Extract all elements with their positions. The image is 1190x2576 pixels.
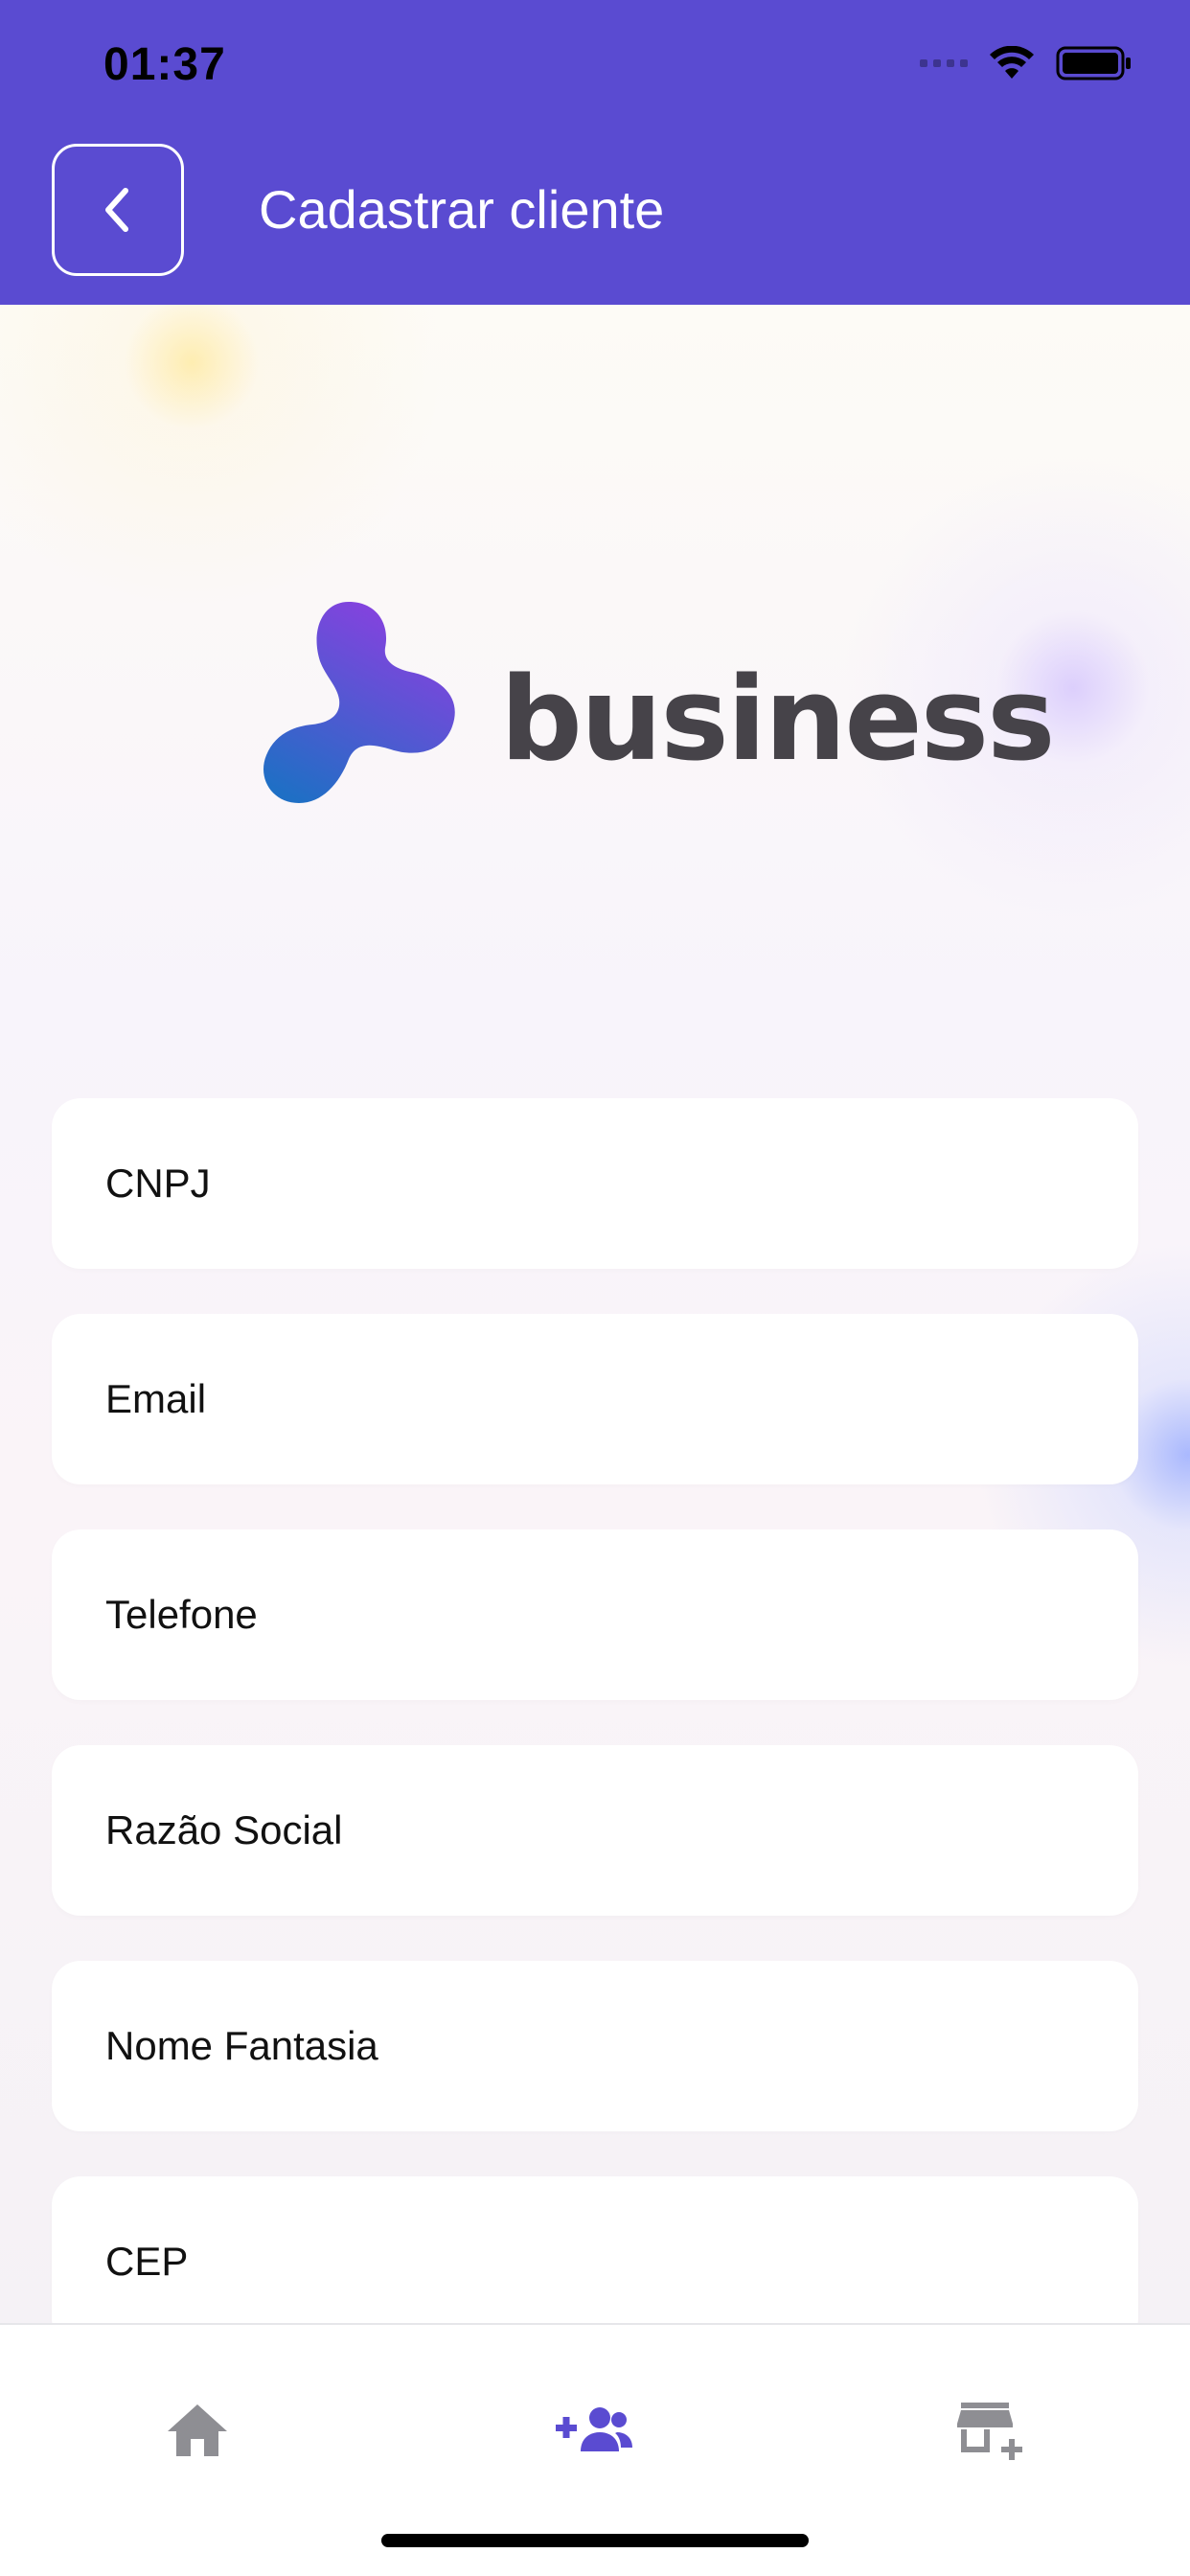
back-button[interactable] (52, 144, 184, 276)
email-field[interactable] (52, 1314, 1138, 1484)
email-input[interactable] (105, 1376, 1138, 1422)
chevron-left-icon (105, 188, 128, 232)
tab-add-client[interactable] (537, 2382, 652, 2478)
status-time: 01:37 (103, 39, 226, 90)
tab-add-store[interactable] (935, 2382, 1050, 2478)
home-indicator (381, 2534, 809, 2547)
home-icon (168, 2404, 227, 2456)
phone-field[interactable] (52, 1530, 1138, 1700)
logo-mark-icon (263, 602, 455, 803)
trade-name-input[interactable] (105, 2023, 1138, 2069)
wifi-icon (990, 46, 1034, 79)
company-name-field[interactable] (52, 1745, 1138, 1916)
cnpj-input[interactable] (105, 1161, 1138, 1207)
tab-home[interactable] (140, 2382, 255, 2478)
app-header: 01:37 Cadastrar cliente (0, 0, 1190, 305)
cnpj-field[interactable] (52, 1098, 1138, 1269)
trade-name-field[interactable] (52, 1961, 1138, 2131)
business-logo: business (261, 581, 1056, 830)
status-icons (920, 42, 1133, 84)
company-name-input[interactable] (105, 1807, 1138, 1853)
add-user-icon (556, 2407, 632, 2451)
add-store-icon (957, 2403, 1022, 2460)
page-title: Cadastrar cliente (259, 179, 665, 240)
phone-input[interactable] (105, 1592, 1138, 1638)
cep-input[interactable] (105, 2239, 1138, 2285)
logo-text: business (500, 654, 1056, 787)
battery-icon (1056, 46, 1131, 80)
cellular-signal-icon (920, 59, 968, 67)
cep-field[interactable] (52, 2176, 1138, 2347)
